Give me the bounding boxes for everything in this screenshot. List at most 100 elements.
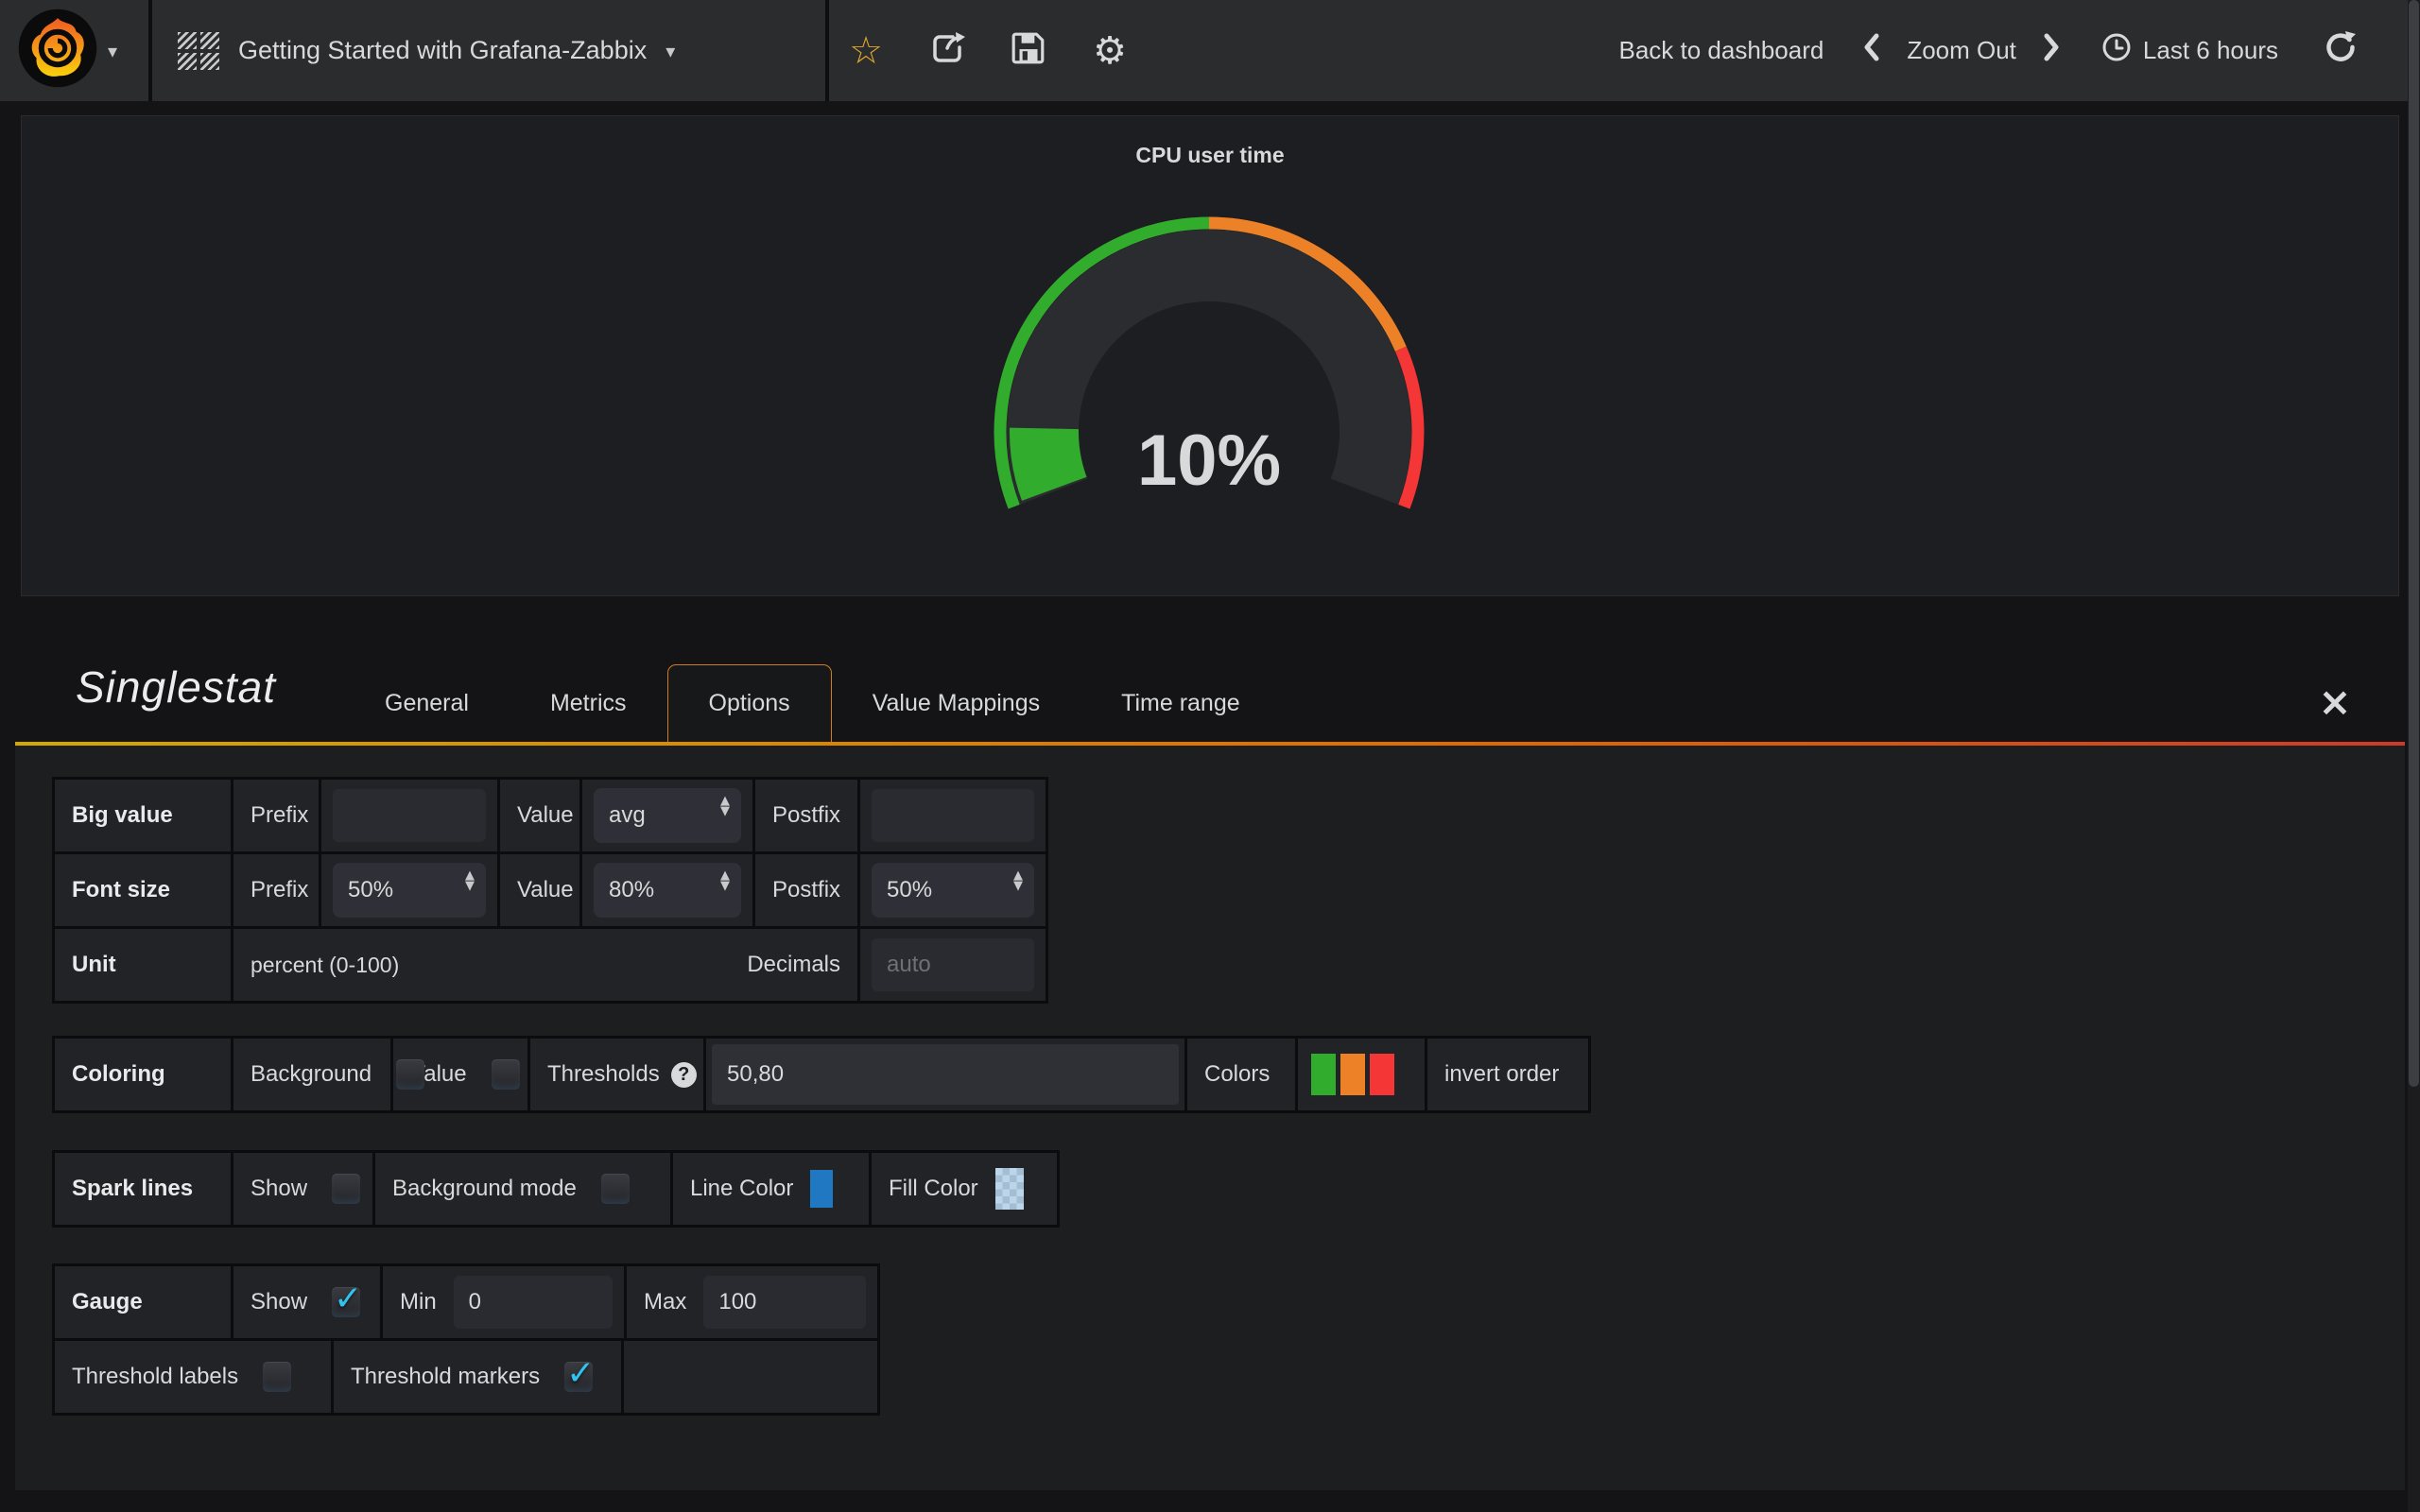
- threshold-toggles-row: Threshold labels Threshold markers ✓: [55, 1341, 877, 1413]
- gear-icon: ⚙: [1093, 32, 1127, 70]
- green-color-swatch[interactable]: [1311, 1054, 1336, 1095]
- time-shift-left-button[interactable]: [1861, 31, 1882, 70]
- refresh-button[interactable]: [2324, 30, 2358, 71]
- scrollbar-track[interactable]: [2408, 0, 2420, 1512]
- navbar: ▾ Getting Started with Grafana-Zabbix ▾ …: [0, 0, 2420, 101]
- save-button[interactable]: [1010, 23, 1047, 79]
- gauge-svg: 10%: [963, 213, 1455, 534]
- threshold-markers-checkbox[interactable]: ✓: [564, 1362, 593, 1392]
- spinner-icon: ▲▼: [465, 870, 475, 891]
- value-stat-selected: avg: [609, 802, 646, 829]
- prefix-label: Prefix: [233, 802, 325, 829]
- background-checkbox[interactable]: [396, 1059, 424, 1090]
- background-mode-label: Background mode: [375, 1176, 594, 1202]
- clock-icon: [2101, 32, 2132, 69]
- value-label: Value: [500, 877, 591, 903]
- tab-underline: [15, 742, 2405, 746]
- tab-options[interactable]: Options: [667, 664, 832, 742]
- prefix-label: Prefix: [233, 877, 325, 903]
- value-stat-select[interactable]: avg ▲▼: [594, 788, 741, 843]
- decimals-input[interactable]: [872, 938, 1034, 991]
- thresholds-label: Thresholds: [530, 1061, 660, 1088]
- navbar-separator: [825, 0, 829, 101]
- gauge-show-checkbox[interactable]: ✓: [332, 1287, 360, 1317]
- close-editor-button[interactable]: ×: [2307, 673, 2363, 730]
- decimals-label: Decimals: [730, 952, 857, 978]
- invert-order-link[interactable]: invert order: [1427, 1061, 1576, 1088]
- time-range-picker[interactable]: Last 6 hours: [2101, 32, 2278, 69]
- coloring-section-label: Coloring: [55, 1061, 182, 1088]
- star-button[interactable]: ☆: [847, 23, 885, 79]
- prefix-size-selected: 50%: [348, 877, 393, 903]
- time-range-label: Last 6 hours: [2143, 36, 2278, 65]
- threshold-labels-checkbox[interactable]: [263, 1362, 291, 1392]
- dashboard-icon: [178, 32, 219, 70]
- max-label: Max: [627, 1289, 703, 1315]
- big-value-prefix-input[interactable]: [333, 789, 486, 842]
- share-icon: [928, 29, 966, 72]
- postfix-label: Postfix: [755, 877, 857, 903]
- dashboard-title-dropdown[interactable]: Getting Started with Grafana-Zabbix ▾: [178, 0, 675, 101]
- threshold-markers-label: Threshold markers: [334, 1364, 557, 1390]
- navbar-right: Back to dashboard Zoom Out Last 6 hours: [1619, 0, 2359, 101]
- colors-label: Colors: [1187, 1061, 1287, 1088]
- unit-picker-link[interactable]: percent (0-100): [233, 953, 416, 978]
- tab-time-range[interactable]: Time range: [1080, 664, 1281, 742]
- value-label: Value: [500, 802, 591, 829]
- zoom-out-button[interactable]: Zoom Out: [1907, 36, 2016, 65]
- gauge-value: 10%: [1137, 421, 1281, 501]
- prefix-size-select[interactable]: 50% ▲▼: [333, 863, 486, 918]
- grafana-logo-icon: [17, 8, 98, 94]
- logo-caret-icon: ▾: [108, 40, 117, 62]
- fill-color-swatch[interactable]: [995, 1168, 1024, 1210]
- coloring-row: Coloring Background Value Thresholds ? C…: [55, 1039, 1588, 1110]
- font-size-row: Font size Prefix 50% ▲▼ Value 80% ▲▼ Pos…: [55, 854, 1046, 926]
- thresholds-input[interactable]: [712, 1044, 1179, 1105]
- line-color-swatch[interactable]: [810, 1170, 833, 1208]
- spark-lines-table: Spark lines Show Background mode Line Co…: [52, 1150, 1060, 1228]
- settings-button[interactable]: ⚙: [1091, 23, 1129, 79]
- postfix-size-select[interactable]: 50% ▲▼: [872, 863, 1034, 918]
- panel-type-title: Singlestat: [76, 662, 276, 713]
- close-icon: ×: [2318, 679, 2351, 725]
- gauge: 10%: [963, 213, 1455, 534]
- dashboard-title: Getting Started with Grafana-Zabbix: [238, 36, 647, 65]
- scrollbar-thumb[interactable]: [2409, 0, 2419, 1087]
- red-color-swatch[interactable]: [1370, 1054, 1394, 1095]
- gauge-min-input[interactable]: [454, 1276, 613, 1329]
- tab-general[interactable]: General: [344, 664, 510, 742]
- navbar-actions: ☆: [847, 0, 1129, 101]
- back-to-dashboard-button[interactable]: Back to dashboard: [1619, 36, 1824, 65]
- tab-value-mappings[interactable]: Value Mappings: [832, 664, 1080, 742]
- grafana-logo-menu[interactable]: ▾: [17, 6, 149, 95]
- orange-color-swatch[interactable]: [1340, 1054, 1365, 1095]
- big-value-postfix-input[interactable]: [872, 789, 1034, 842]
- gauge-show-label: Show: [233, 1289, 324, 1315]
- gauge-max-input[interactable]: [703, 1276, 866, 1329]
- value-checkbox[interactable]: [492, 1059, 520, 1090]
- font-size-section-label: Font size: [55, 877, 187, 903]
- min-label: Min: [383, 1289, 454, 1315]
- spark-lines-row: Spark lines Show Background mode Line Co…: [55, 1153, 1057, 1225]
- star-icon: ☆: [849, 32, 883, 70]
- dashboard-caret-icon: ▾: [666, 40, 675, 62]
- share-button[interactable]: [928, 23, 966, 79]
- time-shift-right-button[interactable]: [2041, 31, 2062, 70]
- background-mode-checkbox[interactable]: [601, 1174, 630, 1204]
- value-size-select[interactable]: 80% ▲▼: [594, 863, 741, 918]
- panel-title[interactable]: CPU user time: [22, 143, 2398, 168]
- postfix-label: Postfix: [755, 802, 857, 829]
- value-options-table: Big value Prefix Value avg ▲▼ Postfix Fo…: [52, 777, 1048, 1004]
- fill-color-label: Fill Color: [872, 1176, 995, 1202]
- singlestat-panel: CPU user time 10%: [21, 115, 2399, 596]
- gauge-row: Gauge Show ✓ Min Max: [55, 1266, 877, 1338]
- line-color-label: Line Color: [673, 1176, 810, 1202]
- big-value-row: Big value Prefix Value avg ▲▼ Postfix: [55, 780, 1046, 851]
- sparkline-show-checkbox[interactable]: [332, 1174, 360, 1204]
- unit-section-label: Unit: [55, 952, 133, 978]
- postfix-size-selected: 50%: [887, 877, 932, 903]
- tab-metrics[interactable]: Metrics: [510, 664, 667, 742]
- value-size-selected: 80%: [609, 877, 654, 903]
- big-value-section-label: Big value: [55, 802, 190, 829]
- question-circle-icon[interactable]: ?: [671, 1062, 697, 1088]
